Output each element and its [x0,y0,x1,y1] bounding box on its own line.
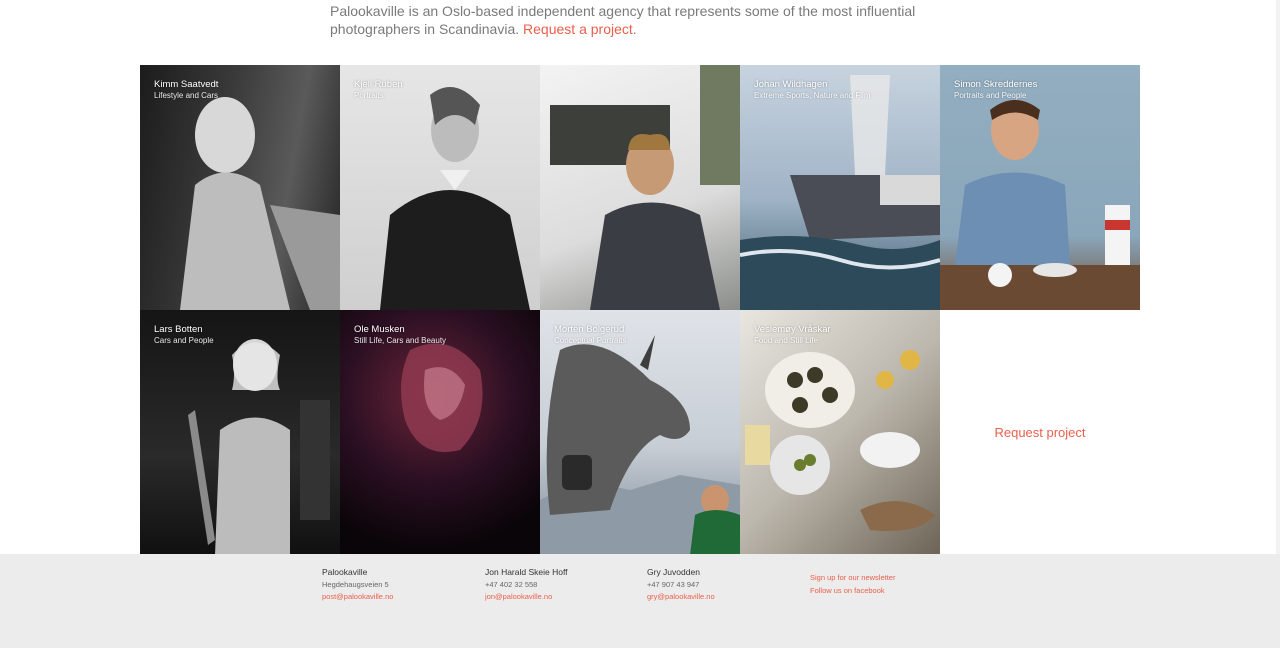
contact-phone: +47 402 32 558 [485,579,538,589]
photographer-tile[interactable]: Kjell Ruben Portraits [340,65,540,310]
request-project-button[interactable]: Request project [994,425,1085,440]
photographer-tile[interactable] [540,65,740,310]
portrait-photo [550,65,740,310]
tile-caption: Kjell Ruben Portraits [354,79,403,101]
photographer-category: Cars and People [154,336,214,345]
footer-company: Palookaville Hegdehaugsveien 5 post@palo… [322,566,393,604]
photographer-name: Kjell Ruben [354,79,403,90]
request-project-tile: Request project [940,310,1140,555]
company-name: Palookaville [322,567,368,577]
photographer-category: Portraits [354,91,384,100]
newsletter-link[interactable]: Sign up for our newsletter [810,572,895,585]
photographer-tile[interactable]: Kimm Saatvedt Lifestyle and Cars [140,65,340,310]
footer: Palookaville Hegdehaugsveien 5 post@palo… [0,554,1280,648]
photographer-category: Portraits and People [954,91,1027,100]
contact-phone: +47 907 43 947 [647,579,700,589]
tile-caption: Veslemøy Vråskar Food and Still Life [754,324,831,346]
photographer-name: Veslemøy Vråskar [754,324,831,335]
photographer-name: Kimm Saatvedt [154,79,219,90]
photographer-tile[interactable]: Johan Wildhagen Extreme Sports, Nature a… [740,65,940,310]
request-project-link[interactable]: Request a project [523,21,633,37]
tile-caption: Simon Skreddernes Portraits and People [954,79,1037,101]
photographer-tile[interactable]: Ole Musken Still Life, Cars and Beauty [340,310,540,555]
still-life-photo [401,343,483,452]
company-email-link[interactable]: post@palookaville.no [322,591,393,604]
photographer-tile[interactable]: Simon Skreddernes Portraits and People [940,65,1140,310]
facebook-link[interactable]: Follow us on facebook [810,585,895,598]
footer-contact: Gry Juvodden +47 907 43 947 gry@palookav… [647,566,715,604]
tile-caption: Kimm Saatvedt Lifestyle and Cars [154,79,218,101]
photographer-name: Ole Musken [354,324,405,335]
food-photo [745,350,935,531]
photographer-category: Lifestyle and Cars [154,91,219,100]
photographer-category: Extreme Sports, Nature and Film [754,91,871,100]
intro-period: . [632,21,637,37]
contact-email-link[interactable]: gry@palookaville.no [647,591,715,604]
tile-caption: Johan Wildhagen Extreme Sports, Nature a… [754,79,870,101]
photographer-tile[interactable]: Morten Bolgerud Conceptual Portraits [540,310,740,555]
photographer-category: Still Life, Cars and Beauty [354,336,447,345]
portrait-photo [380,87,530,310]
photographer-tile[interactable]: Veslemøy Vråskar Food and Still Life [740,310,940,555]
contact-email-link[interactable]: jon@palookaville.no [485,591,568,604]
portrait-photo [940,100,1140,310]
photographer-category: Food and Still Life [754,336,819,345]
photographer-name: Johan Wildhagen [754,79,828,90]
tile-caption: Morten Bolgerud Conceptual Portraits [554,324,626,346]
ship-photo [740,75,940,310]
footer-contact: Jon Harald Skeie Hoff +47 402 32 558 jon… [485,566,568,604]
photographer-name: Morten Bolgerud [554,324,625,335]
photographer-category: Conceptual Portraits [554,336,627,345]
photographer-tile[interactable]: Lars Botten Cars and People [140,310,340,555]
portrait-photo [188,339,330,555]
photographer-name: Simon Skreddernes [954,79,1038,90]
portrait-photo [180,97,340,310]
company-address: Hegdehaugsveien 5 [322,579,389,589]
contact-name: Gry Juvodden [647,567,700,577]
tile-caption: Ole Musken Still Life, Cars and Beauty [354,324,446,346]
footer-links: Sign up for our newsletter Follow us on … [810,572,895,597]
scrollbar[interactable] [1276,0,1280,554]
tile-caption: Lars Botten Cars and People [154,324,214,346]
contact-name: Jon Harald Skeie Hoff [485,567,568,577]
goat-photo [540,335,740,555]
photographer-grid: Kimm Saatvedt Lifestyle and Cars Kjell R… [140,65,1140,555]
intro-text: Palookaville is an Oslo-based independen… [330,2,950,38]
photographer-name: Lars Botten [154,324,203,335]
